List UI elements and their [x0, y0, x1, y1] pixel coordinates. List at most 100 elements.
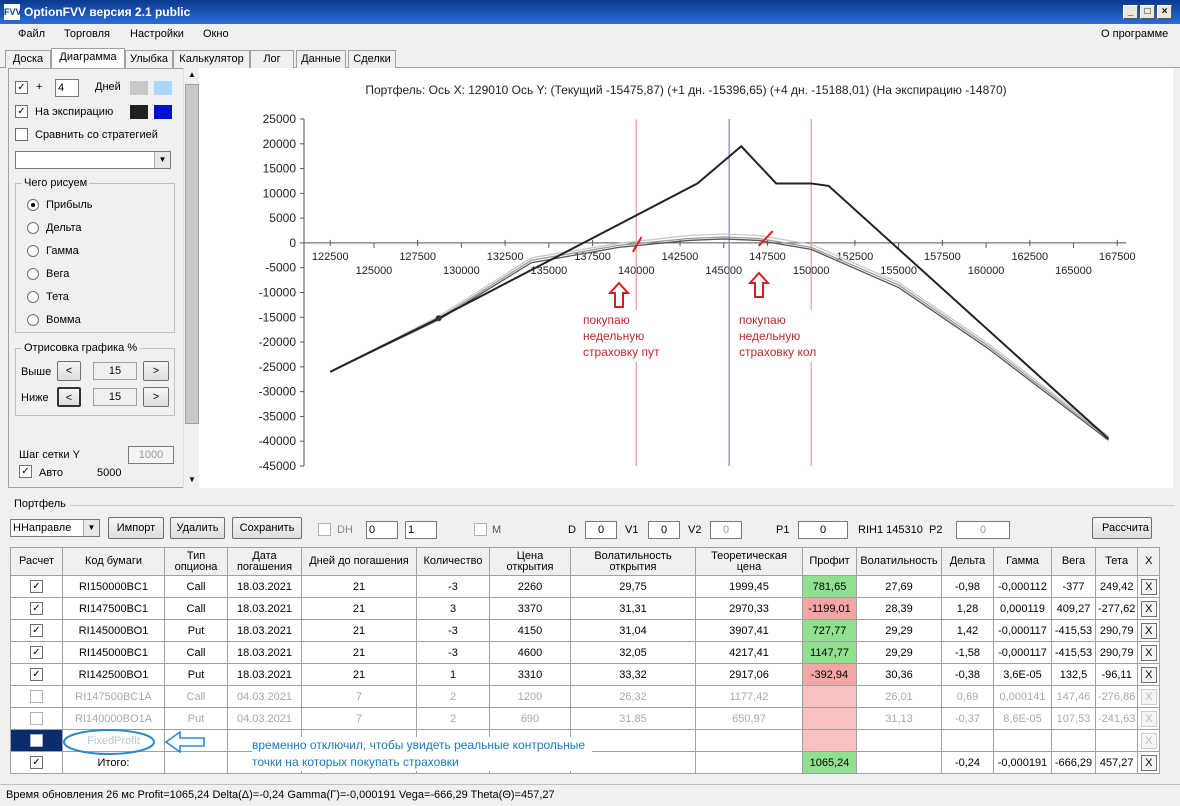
dh-checkbox[interactable] — [318, 523, 331, 536]
calc-checkbox[interactable]: ✓ — [30, 580, 43, 593]
col-type[interactable]: Тип опциона — [164, 547, 228, 576]
scroll-down-icon[interactable]: ▼ — [185, 473, 199, 487]
cell-calc[interactable]: ✓ — [10, 641, 63, 664]
menu-about[interactable]: О программе — [1101, 28, 1168, 40]
v1-input[interactable]: 0 — [648, 521, 680, 539]
color-swatch-plus-2[interactable] — [154, 81, 172, 95]
compare-checkbox[interactable] — [15, 128, 28, 141]
color-swatch-expiry-2[interactable] — [154, 105, 172, 119]
p1-input[interactable]: 0 — [798, 521, 848, 539]
auto-checkbox[interactable]: ✓ — [19, 465, 32, 478]
remove-row-button[interactable]: X — [1140, 688, 1157, 705]
remove-row-button[interactable]: X — [1140, 578, 1157, 595]
import-button[interactable]: Импорт — [108, 517, 164, 539]
days-input[interactable]: 4 — [55, 79, 79, 97]
tab-calculator[interactable]: Калькулятор — [173, 50, 250, 68]
cell-calc[interactable]: ✓ — [10, 575, 63, 598]
d-input[interactable]: 0 — [585, 521, 617, 539]
delete-button[interactable]: Удалить — [170, 517, 225, 539]
cell-calc[interactable]: ✓ — [10, 597, 63, 620]
col-price[interactable]: Цена открытия — [489, 547, 571, 576]
table-row[interactable]: ✓ RI150000BC1 Call 18.03.2021 21 -3 2260 29,75 1… — [10, 575, 1161, 598]
col-vol-open[interactable]: Волатильность открытия — [570, 547, 696, 576]
below-increase-button[interactable]: > — [143, 387, 169, 407]
col-vega[interactable]: Вега — [1051, 547, 1096, 576]
payoff-chart[interactable]: 25000 20000 15000 10000 5000 0 -5000 -10000 -150… — [199, 68, 1173, 488]
remove-row-button[interactable]: X — [1140, 754, 1157, 771]
tab-smile[interactable]: Улыбка — [125, 50, 173, 68]
col-theta[interactable]: Тета — [1094, 547, 1139, 576]
col-vol[interactable]: Волатильность — [856, 547, 942, 576]
close-button[interactable]: × — [1157, 5, 1172, 19]
table-row[interactable]: ✓ RI145000BC1 Call 18.03.2021 21 -3 4600 32,05 4… — [10, 641, 1161, 664]
menu-window[interactable]: Окно — [203, 28, 229, 40]
v2-input[interactable]: 0 — [710, 521, 742, 539]
cell-calc[interactable]: ✓ — [10, 619, 63, 642]
color-swatch-plus-1[interactable] — [130, 81, 148, 95]
tab-data[interactable]: Данные — [296, 50, 346, 68]
dh-spin-1[interactable]: 0 — [366, 521, 398, 539]
remove-row-button[interactable]: X — [1140, 710, 1157, 727]
color-swatch-expiry-1[interactable] — [130, 105, 148, 119]
calc-checkbox[interactable]: ✓ — [30, 756, 43, 769]
scroll-up-icon[interactable]: ▲ — [185, 68, 199, 82]
cell-calc[interactable] — [10, 685, 63, 708]
direction-select[interactable]: ННаправле ▼ — [10, 519, 100, 537]
maximize-button[interactable]: □ — [1140, 5, 1155, 19]
left-panel-scrollbar[interactable]: ▲ ▼ — [183, 68, 199, 488]
col-profit[interactable]: Профит — [802, 547, 857, 576]
remove-row-button[interactable]: X — [1140, 666, 1157, 683]
calculate-button[interactable]: Рассчита — [1092, 517, 1152, 539]
tab-log[interactable]: Лог — [250, 50, 294, 68]
menu-file[interactable]: Файл — [18, 28, 45, 40]
calc-checkbox[interactable]: ✓ — [30, 624, 43, 637]
table-row[interactable]: RI147500BC1A Call 04.03.2021 7 2 1200 26,32 117… — [10, 685, 1161, 708]
grid-step-input[interactable]: 1000 — [128, 446, 174, 464]
calc-checkbox[interactable]: ✓ — [30, 646, 43, 659]
expiry-checkbox[interactable]: ✓ — [15, 105, 28, 118]
save-button[interactable]: Сохранить — [232, 517, 302, 539]
m-checkbox[interactable] — [474, 523, 487, 536]
col-date[interactable]: Дата погашения — [227, 547, 302, 576]
remove-row-button[interactable]: X — [1140, 732, 1157, 749]
col-theo[interactable]: Теоретическая цена — [695, 547, 803, 576]
minimize-button[interactable]: _ — [1123, 5, 1138, 19]
tab-board[interactable]: Доска — [5, 50, 51, 68]
remove-row-button[interactable]: X — [1140, 644, 1157, 661]
radio-theta[interactable] — [27, 291, 39, 303]
p2-input[interactable]: 0 — [956, 521, 1010, 539]
below-decrease-button[interactable]: < — [57, 387, 81, 407]
radio-delta[interactable] — [27, 222, 39, 234]
dh-spin-2[interactable]: 1 — [405, 521, 437, 539]
tab-deals[interactable]: Сделки — [348, 50, 396, 68]
cell-calc[interactable] — [10, 729, 63, 752]
table-row[interactable]: ✓ RI147500BC1 Call 18.03.2021 21 3 3370 31,31 29… — [10, 597, 1161, 620]
calc-checkbox[interactable]: ✓ — [30, 668, 43, 681]
radio-profit[interactable] — [27, 199, 39, 211]
calc-checkbox[interactable] — [30, 712, 43, 725]
col-qty[interactable]: Количество — [416, 547, 490, 576]
col-remove[interactable]: X — [1137, 547, 1161, 576]
strategy-select[interactable]: ▼ — [15, 151, 171, 169]
table-row[interactable]: RI140000BO1A Put 04.03.2021 7 2 690 31,85 650,9… — [10, 707, 1161, 730]
radio-vega[interactable] — [27, 268, 39, 280]
cell-calc[interactable]: ✓ — [10, 663, 63, 686]
above-decrease-button[interactable]: < — [57, 361, 81, 381]
table-row[interactable]: ✓ RI145000BO1 Put 18.03.2021 21 -3 4150 31,04 39… — [10, 619, 1161, 642]
col-calc[interactable]: Расчет — [10, 547, 63, 576]
above-increase-button[interactable]: > — [143, 361, 169, 381]
remove-row-button[interactable]: X — [1140, 600, 1157, 617]
cell-calc[interactable] — [10, 707, 63, 730]
table-row[interactable]: ✓ RI142500BO1 Put 18.03.2021 21 1 3310 33,32 291… — [10, 663, 1161, 686]
plus-days-checkbox[interactable]: ✓ — [15, 81, 28, 94]
radio-gamma[interactable] — [27, 245, 39, 257]
col-delta[interactable]: Дельта — [941, 547, 994, 576]
below-value[interactable]: 15 — [93, 388, 137, 406]
tab-diagram[interactable]: Диаграмма — [51, 48, 125, 69]
menu-trade[interactable]: Торговля — [64, 28, 110, 40]
col-gamma[interactable]: Гамма — [993, 547, 1052, 576]
col-days[interactable]: Дней до погашения — [301, 547, 417, 576]
col-code[interactable]: Код бумаги — [62, 547, 165, 576]
calc-checkbox[interactable]: ✓ — [30, 602, 43, 615]
above-value[interactable]: 15 — [93, 362, 137, 380]
